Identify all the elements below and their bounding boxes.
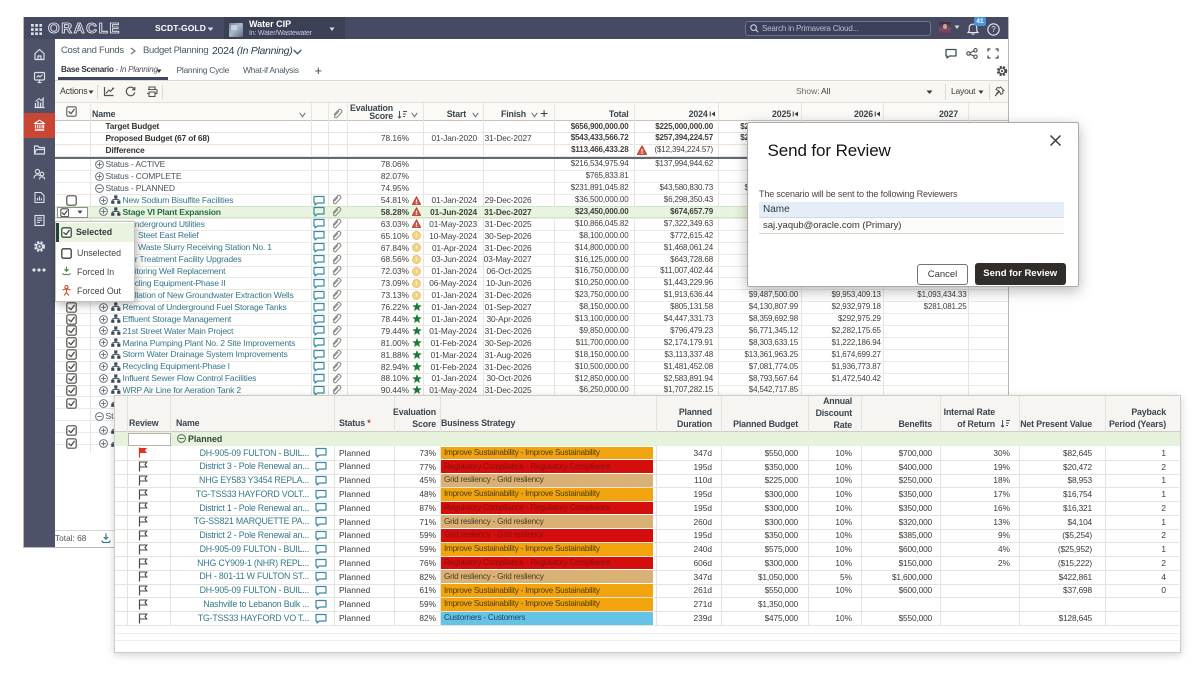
svg-text:?: ? [991, 25, 996, 34]
